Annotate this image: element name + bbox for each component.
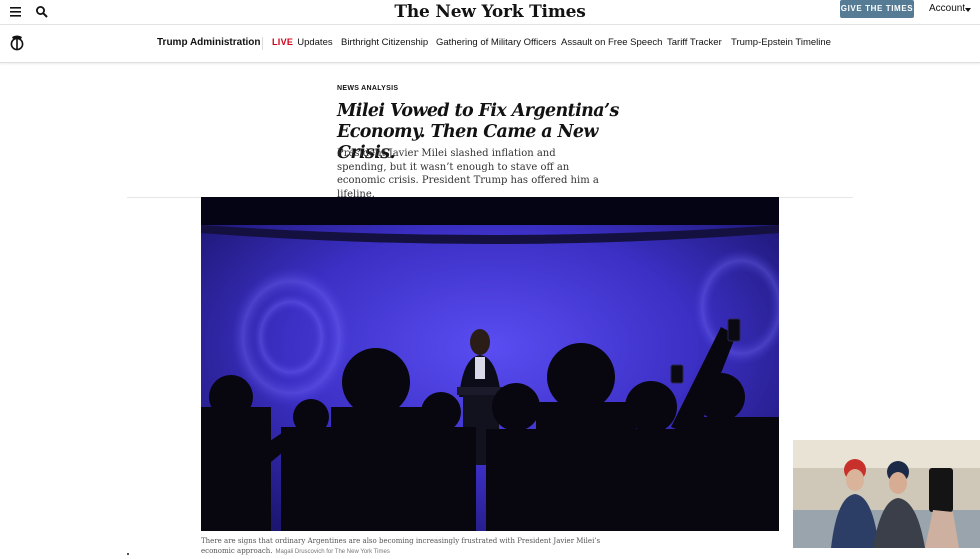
promo-thumbnail [793, 440, 980, 548]
nyt-t-logo-icon[interactable] [10, 33, 24, 53]
photo-caption: There are signs that ordinary Argentines… [201, 536, 621, 557]
masthead: The New York Times GIVE THE TIMES Accoun… [0, 0, 980, 24]
nav-gathering-military-officers[interactable]: Gathering of Military Officers [436, 37, 556, 48]
nav-assault-free-speech[interactable]: Assault on Free Speech [561, 37, 662, 48]
nav-live-updates-label: Updates [297, 37, 333, 48]
nav-live-updates[interactable]: LIVE Updates [272, 37, 333, 48]
article-summary: President Javier Milei slashed inflation… [337, 148, 599, 200]
give-the-times-button[interactable]: GIVE THE TIMES [840, 0, 914, 18]
nav-birthright-citizenship[interactable]: Birthright Citizenship [341, 37, 428, 48]
photo-credit: Magali Druscovich for The New York Times [275, 549, 390, 555]
divider-dot [127, 553, 129, 555]
nav-tariff-tracker[interactable]: Tariff Tracker [667, 37, 722, 48]
article-kicker: NEWS ANALYSIS [337, 85, 399, 92]
floating-video-promo[interactable] [793, 440, 980, 559]
caption-text: There are signs that ordinary Argentines… [201, 537, 601, 555]
chevron-down-icon[interactable] [965, 8, 971, 12]
nav-trump-administration[interactable]: Trump Administration [157, 37, 261, 48]
nav-divider [262, 37, 263, 50]
nyt-logo[interactable]: The New York Times [0, 0, 980, 24]
live-badge: LIVE [272, 37, 294, 47]
hero-photo [201, 197, 779, 531]
nav-trump-epstein-timeline[interactable]: Trump-Epstein Timeline [731, 37, 831, 48]
account-button[interactable]: Account [929, 3, 965, 14]
section-nav: Trump Administration LIVE Updates Birthri… [0, 24, 980, 63]
